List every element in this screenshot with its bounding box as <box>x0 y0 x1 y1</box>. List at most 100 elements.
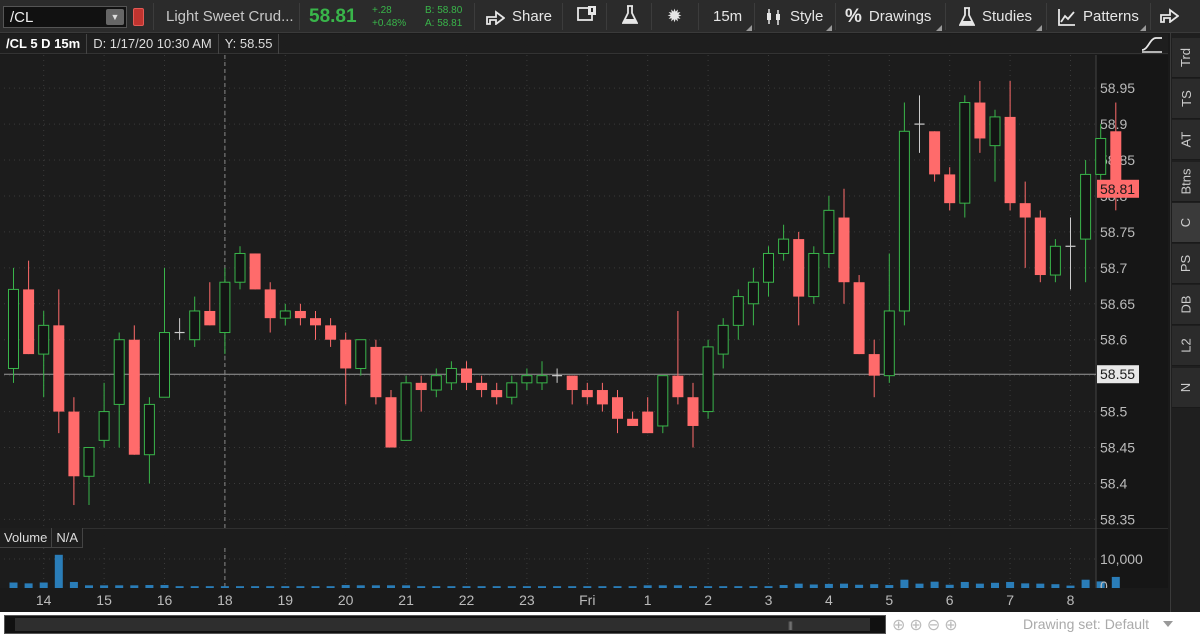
patterns-button[interactable]: Patterns <box>1058 0 1139 33</box>
candle-body <box>340 339 352 369</box>
candle-body <box>536 375 548 384</box>
drawings-button[interactable]: % Drawings <box>845 0 931 33</box>
toolbar-divider <box>651 3 652 30</box>
candle-body <box>264 289 276 319</box>
candle-body <box>566 375 578 391</box>
candle-body <box>159 332 170 398</box>
time-tick-label: 23 <box>519 592 535 608</box>
time-axis[interactable]: 14 15 16 18 19 20 21 22 23 Fri 1 2 3 4 5 6 7 8 <box>0 588 1168 612</box>
candle-body <box>370 346 382 398</box>
time-tick-label: 22 <box>458 592 475 608</box>
studies-button[interactable]: Studies <box>959 0 1032 33</box>
side-tab-c[interactable]: C <box>1172 202 1200 243</box>
share-button[interactable]: Share <box>486 0 552 33</box>
timeframe-button[interactable]: 15m <box>713 0 742 33</box>
toolbar-divider <box>299 3 300 30</box>
patterns-icon <box>1058 8 1076 26</box>
side-tab-ts[interactable]: TS <box>1172 79 1200 120</box>
price-tick-label: 58.65 <box>1100 296 1135 312</box>
percent-change: +0.48% <box>372 18 407 29</box>
side-tab-trd[interactable]: Trd <box>1172 38 1200 78</box>
candle-body <box>38 324 50 355</box>
scroll-row: ||| ⊕ ⊕ ⊖ ⊕ Drawing set: Default <box>0 612 1200 637</box>
style-button[interactable]: Style <box>765 0 823 33</box>
gear-icon: ✹ <box>667 6 683 26</box>
time-tick-label: 15 <box>96 592 112 608</box>
bid-price: B: 58.80 <box>425 5 463 16</box>
symbol-link-icon[interactable] <box>133 8 144 26</box>
volume-chart[interactable]: 10,000 0 <box>0 528 1168 588</box>
side-tab-label: L2 <box>1178 338 1194 354</box>
symbol-selector[interactable]: /CL ▼ <box>3 6 127 28</box>
price-tick-label: 58.5 <box>1100 404 1127 420</box>
candle-body <box>989 116 1001 147</box>
candle-body <box>1034 217 1046 276</box>
alert-button[interactable] <box>577 0 597 33</box>
time-tick-label: 4 <box>824 592 833 608</box>
candle-body <box>747 281 759 305</box>
share-chart-button[interactable] <box>1160 0 1180 33</box>
candle-body <box>929 131 941 175</box>
side-tab-db[interactable]: DB <box>1172 285 1200 326</box>
candle-body <box>476 382 488 391</box>
side-tab-l2[interactable]: L2 <box>1172 326 1200 367</box>
side-tabs: Trd TS AT Btns C PS DB L2 N <box>1170 33 1200 612</box>
zoom-out-icon[interactable]: ⊕ <box>944 615 957 635</box>
date-readout: D: 1/17/20 10:30 AM <box>87 33 219 54</box>
candle-body <box>1080 173 1092 240</box>
toolbar-divider <box>1150 3 1151 30</box>
candle-body <box>279 310 291 319</box>
pan-icon[interactable]: ⊕ <box>892 615 905 635</box>
chart-style-icon[interactable] <box>1140 35 1164 56</box>
candle-body <box>672 375 684 398</box>
side-tab-label: Trd <box>1178 47 1194 68</box>
analysis-button[interactable] <box>621 0 639 33</box>
candle-body <box>113 339 125 405</box>
chevron-down-icon[interactable]: ▼ <box>106 9 124 25</box>
chart-title[interactable]: /CL 5 D 15m <box>0 33 88 54</box>
share-icon <box>486 9 505 25</box>
settings-button[interactable]: ✹ <box>667 0 682 33</box>
time-tick-label: 20 <box>337 592 354 608</box>
candle-body <box>53 325 65 412</box>
volume-background <box>0 528 1168 588</box>
time-tick-label: 19 <box>277 592 294 608</box>
candle-body <box>702 346 714 413</box>
candle-body <box>793 239 805 297</box>
side-tab-ps[interactable]: PS <box>1172 244 1200 284</box>
candle-body <box>732 296 744 326</box>
volume-label[interactable]: Volume <box>0 528 53 548</box>
candle-body <box>98 411 110 441</box>
toolbar-divider <box>945 3 946 30</box>
price-chart[interactable]: 58.9558.958.8558.858.7558.758.6558.658.5… <box>0 55 1168 528</box>
candle-body <box>898 130 910 312</box>
price-tick-label: 58.35 <box>1100 511 1135 527</box>
scrollbar-thumb[interactable] <box>15 618 870 631</box>
candle-body <box>189 310 201 341</box>
change-block: +.28 +0.48% <box>372 4 406 30</box>
percent-icon: % <box>845 5 862 27</box>
candle-body <box>445 367 457 384</box>
chevron-down-icon[interactable] <box>1163 621 1173 627</box>
price-tick-label: 58.6 <box>1100 332 1127 348</box>
side-tab-at[interactable]: AT <box>1172 120 1200 161</box>
flask-icon <box>959 6 975 27</box>
crosshair-icon[interactable]: ⊕ <box>909 615 922 635</box>
candle-body <box>1004 116 1016 204</box>
side-tab-btns[interactable]: Btns <box>1172 161 1200 202</box>
share-icon <box>1160 7 1180 27</box>
side-tab-label: AT <box>1178 132 1194 148</box>
bid-ask-block: B: 58.80 A: 58.81 <box>425 4 462 30</box>
side-tab-n[interactable]: N <box>1172 367 1200 408</box>
drawing-set-selector[interactable]: Drawing set: Default <box>1023 616 1149 632</box>
last-price: 58.81 <box>309 5 357 27</box>
alert-icon <box>577 5 597 28</box>
candle-body <box>868 354 880 376</box>
top-toolbar: /CL ▼ Light Sweet Crud... 58.81 +.28 +0.… <box>0 0 1200 33</box>
zoom-in-icon[interactable]: ⊖ <box>927 615 940 635</box>
candle-body <box>234 252 246 283</box>
horizontal-scrollbar[interactable]: ||| <box>4 615 886 634</box>
candle-body <box>68 411 80 477</box>
toolbar-divider <box>754 3 755 30</box>
candlestick-icon <box>765 8 783 26</box>
